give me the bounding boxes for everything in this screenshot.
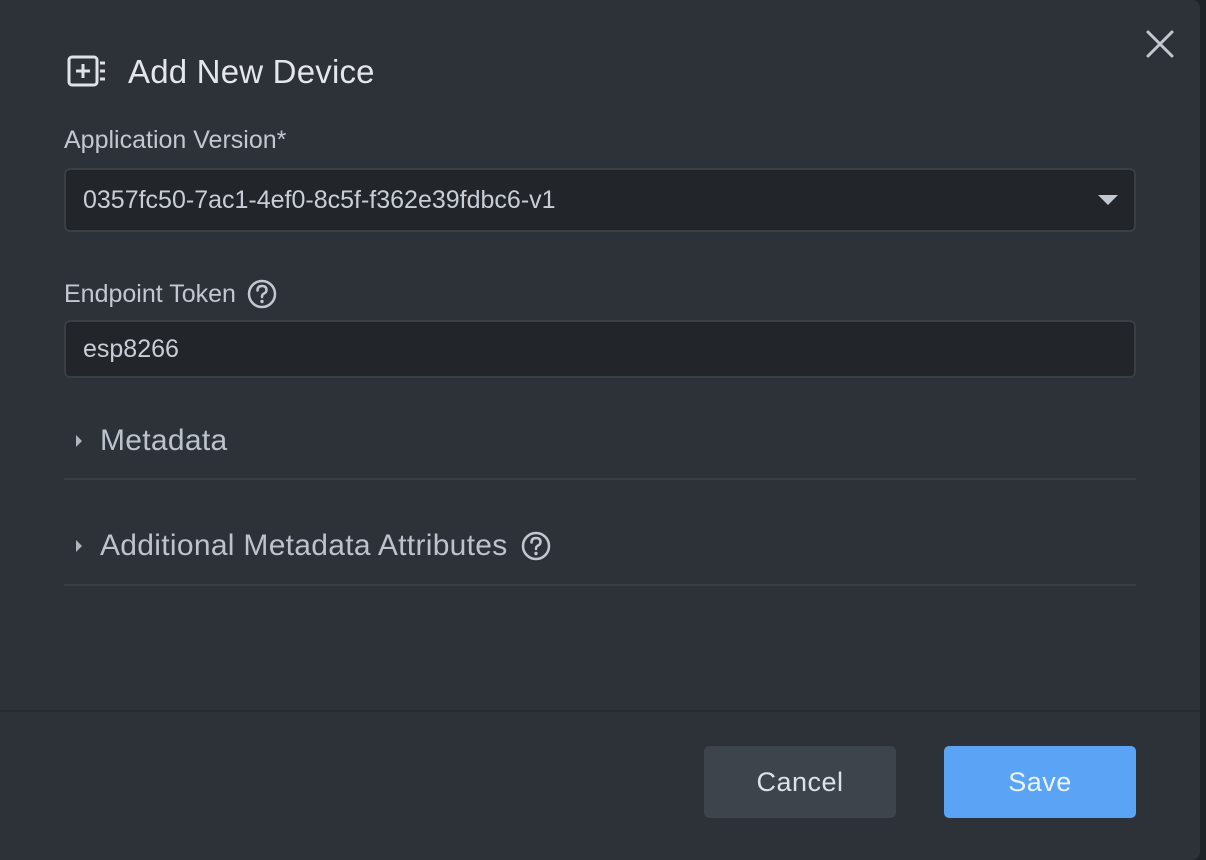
close-button[interactable] [1140,24,1180,64]
add-device-icon [66,52,106,92]
help-circle-icon[interactable] [520,530,552,562]
additional-metadata-section-toggle[interactable]: Additional Metadata Attributes [64,508,1136,586]
dialog-header: Add New Device [66,52,375,92]
help-circle-icon[interactable] [246,278,278,310]
close-icon [1146,30,1174,58]
endpoint-token-value: esp8266 [83,334,179,363]
metadata-section-toggle[interactable]: Metadata [64,404,1136,480]
endpoint-token-input[interactable]: esp8266 [64,320,1136,378]
dialog-title: Add New Device [128,53,375,90]
save-button[interactable]: Save [944,746,1136,818]
caret-right-icon [76,540,82,552]
footer-divider [0,710,1200,712]
application-version-select[interactable]: 0357fc50-7ac1-4ef0-8c5f-f362e39fdbc6-v1 [64,168,1136,232]
endpoint-token-label-row: Endpoint Token [64,278,278,310]
caret-right-icon [76,435,82,447]
application-version-label: Application Version* [64,126,287,154]
metadata-section-label: Metadata [100,424,228,457]
cancel-button[interactable]: Cancel [704,746,896,818]
add-device-dialog: Add New Device Application Version* 0357… [0,0,1200,860]
application-version-value: 0357fc50-7ac1-4ef0-8c5f-f362e39fdbc6-v1 [83,185,556,214]
additional-metadata-section-label: Additional Metadata Attributes [100,529,508,562]
dropdown-arrow-icon [1098,195,1118,205]
endpoint-token-label: Endpoint Token [64,279,236,308]
